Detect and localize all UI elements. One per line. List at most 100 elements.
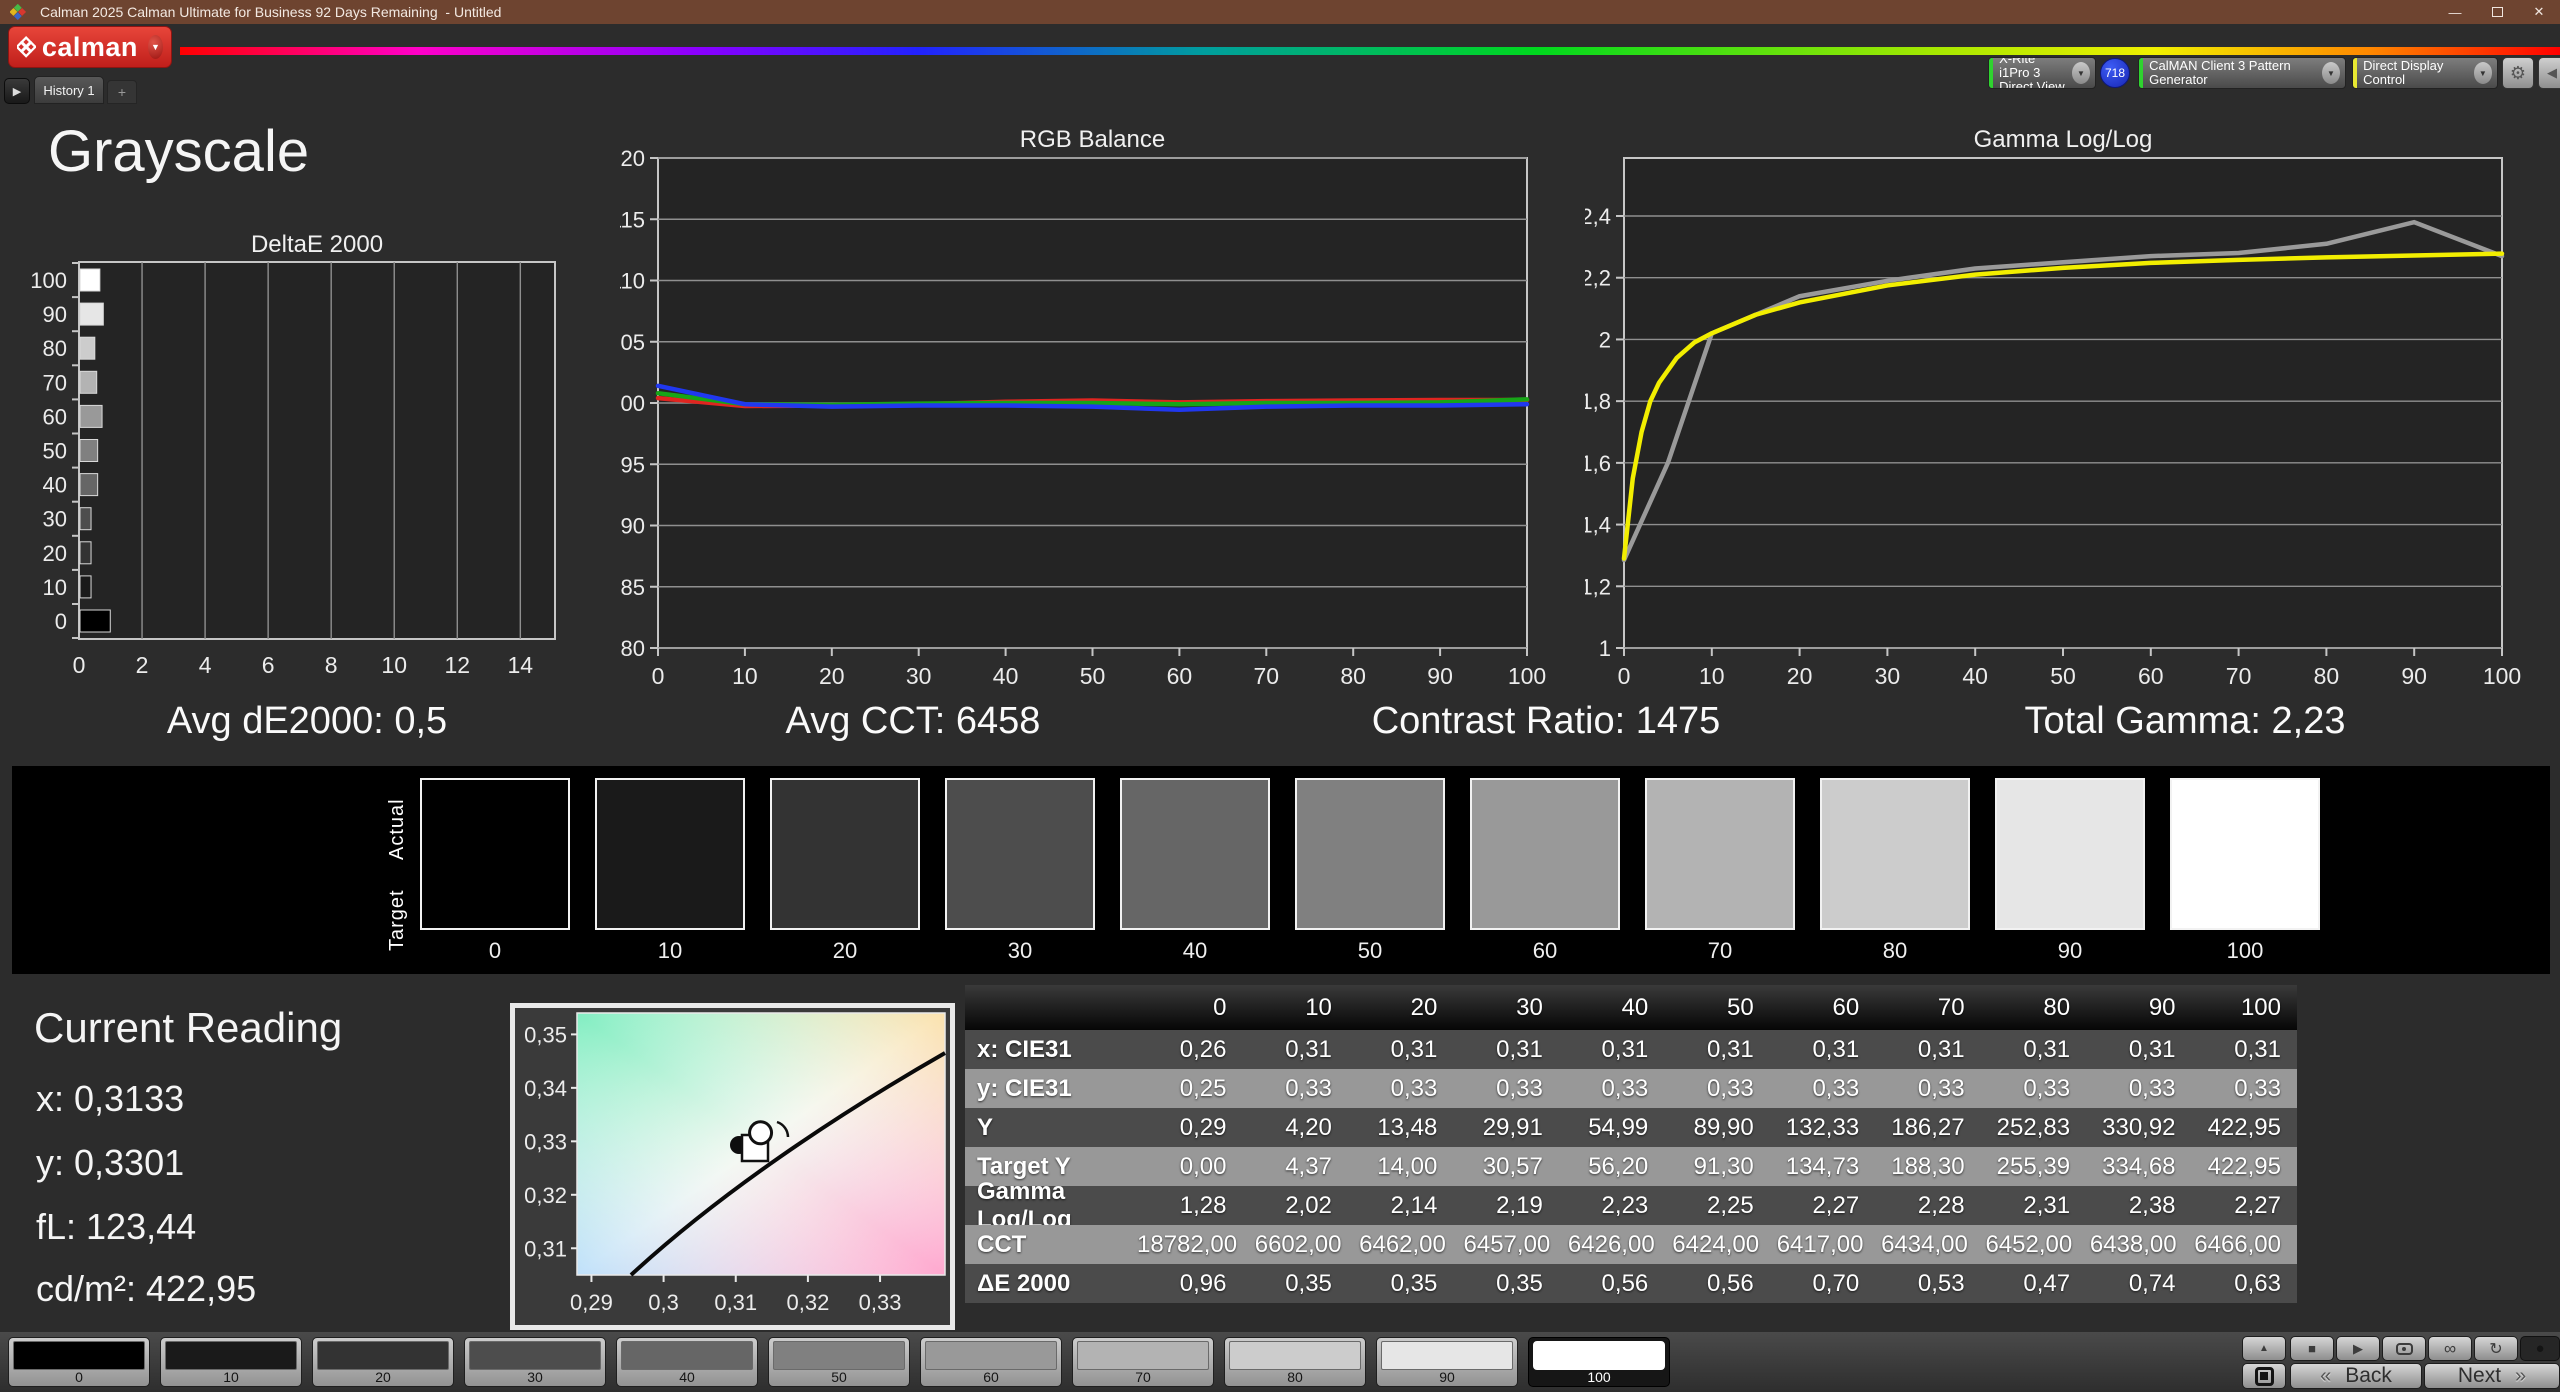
deltae-bar-100 [79,268,101,292]
pattern-button-10[interactable]: 10 [160,1337,302,1387]
collapse-panel-button[interactable]: ◀ [2538,57,2560,89]
record-button[interactable]: ● [2520,1336,2560,1361]
back-button[interactable]: « Back [2290,1363,2422,1389]
pattern-chip [1077,1341,1209,1370]
refresh-button[interactable]: ↻ [2474,1336,2518,1361]
table-cell: 0,33 [2234,1074,2281,1102]
pattern-button-60[interactable]: 60 [920,1337,1062,1387]
table-cell: 56,20 [1588,1152,1649,1180]
table-cell: 334,68 [2102,1152,2176,1180]
table-cell: 6462,00 [1359,1230,1446,1258]
settings-button[interactable]: ⚙ [2502,57,2534,89]
table-cell: 0,00 [1179,1152,1227,1180]
tick-label: 90 [1427,663,1453,689]
table-cell: 188,30 [1891,1152,1965,1180]
minimize-button[interactable]: — [2434,0,2476,24]
table-cell: 4,20 [1285,1113,1332,1141]
pattern-generator-dropdown[interactable]: CalMAN Client 3 Pattern Generator ▼ [2138,57,2346,89]
tick-label: 2,2 [1585,266,1611,291]
pattern-button-40[interactable]: 40 [616,1337,758,1387]
pattern-button-50[interactable]: 50 [768,1337,910,1387]
table-cell: 134,73 [1785,1152,1860,1180]
pattern-button-20[interactable]: 20 [312,1337,454,1387]
minimize-icon: — [2448,4,2462,20]
meter-dropdown[interactable]: X-Rite i1Pro 3 Direct View ▼ [1988,57,2096,89]
table-cell: 0,56 [1601,1269,1649,1297]
pattern-button-90[interactable]: 90 [1376,1337,1518,1387]
table-cell: 2,02 [1285,1191,1332,1219]
tick-label: 60 [2138,663,2164,689]
app-window: Calman 2025 Calman Ultimate for Business… [0,0,2560,1392]
tick-label: 105 [620,330,645,355]
pattern-scroll-up-button[interactable]: ▲ [2242,1336,2286,1361]
pattern-button-label: 60 [983,1369,999,1385]
table-cell: 29,91 [1482,1113,1543,1141]
pattern-button-30[interactable]: 30 [464,1337,606,1387]
table-cell: 6452,00 [1985,1230,2073,1258]
table-cell: 6438,00 [2089,1230,2177,1258]
table-cell: 1,28 [1179,1191,1227,1219]
next-button[interactable]: Next » [2424,1363,2560,1389]
tick-label: 120 [620,146,645,171]
table-cell: 0,63 [2234,1269,2281,1297]
deltae-bar-0 [79,609,111,633]
tick-label: 115 [620,207,645,232]
swatch-level-label: 10 [657,938,683,963]
table-cell: 2,28 [1917,1191,1965,1219]
deltae-chart-title: DeltaE 2000 [250,231,384,258]
pattern-button-0[interactable]: 0 [8,1337,150,1387]
pattern-button-100[interactable]: 100 [1528,1337,1670,1387]
table-row-label: Gamma Log/Log [977,1177,1072,1233]
tick-label: 50 [43,439,67,464]
rgb-chart-title: RGB Balance [1019,126,1166,153]
swatch-level-label: 100 [2226,938,2264,963]
tick-label: 20 [819,663,845,689]
table-cell: 422,95 [2207,1113,2281,1141]
stop-icon: ■ [2308,1341,2316,1356]
grayscale-swatch-strip: Actual Target 0 10 20 30 40 50 60 70 80 90 100 [12,766,2550,974]
tick-label: 80 [43,336,67,361]
table-cell: 0,33 [1390,1074,1438,1102]
meter-mode: Direct View [1999,79,2065,89]
tick-label: 1,6 [1585,451,1611,476]
table-cell: 6602,00 [1254,1230,1342,1258]
pattern-button-label: 40 [679,1369,695,1385]
play-button[interactable]: ▶ [2336,1336,2380,1361]
series-read-button[interactable] [2382,1336,2426,1361]
table-cell: 0,33 [1285,1074,1332,1102]
table-cell: 6417,00 [1776,1230,1864,1258]
up-arrow-icon: ▲ [2259,1343,2269,1354]
table-cell: 89,90 [1693,1113,1754,1141]
menu-dropdown-icon: ▼ [147,35,163,59]
tick-label: 1,4 [1585,513,1611,538]
window-pattern-button[interactable] [2242,1363,2286,1389]
tick-label: 100 [2483,663,2521,689]
calman-menu-button[interactable]: calman ▼ [8,26,172,68]
tick-label: 0,33 [524,1129,567,1154]
table-column-header: 70 [1937,993,1965,1021]
display-control-dropdown[interactable]: Direct Display Control ▼ [2352,57,2498,89]
swatch-level-label: 20 [832,938,858,963]
play-icon: ▶ [2353,1340,2363,1356]
tick-label: 6 [262,652,275,678]
table-cell: 0,35 [1496,1269,1543,1297]
pattern-button-80[interactable]: 80 [1224,1337,1366,1387]
continuous-read-button[interactable]: ∞ [2428,1336,2472,1361]
tick-label: 1 [1599,636,1611,661]
pattern-chip [317,1341,449,1370]
close-button[interactable]: ✕ [2518,0,2560,24]
table-cell: 0,33 [1601,1074,1649,1102]
tick-label: 80 [1340,663,1366,689]
tick-label: 90 [621,514,645,539]
tick-label: 30 [1875,663,1901,689]
maximize-button[interactable] [2476,0,2518,24]
stop-button[interactable]: ■ [2290,1336,2334,1361]
pattern-button-70[interactable]: 70 [1072,1337,1214,1387]
tick-label: 20 [1787,663,1813,689]
table-cell: 2,38 [2128,1191,2176,1219]
deltae-bar-30 [79,507,92,531]
deltae-bar-40 [79,473,99,497]
table-row-label: ΔE 2000 [977,1269,1071,1297]
close-icon: ✕ [2533,4,2545,19]
collapse-icon: ◀ [2547,65,2557,80]
